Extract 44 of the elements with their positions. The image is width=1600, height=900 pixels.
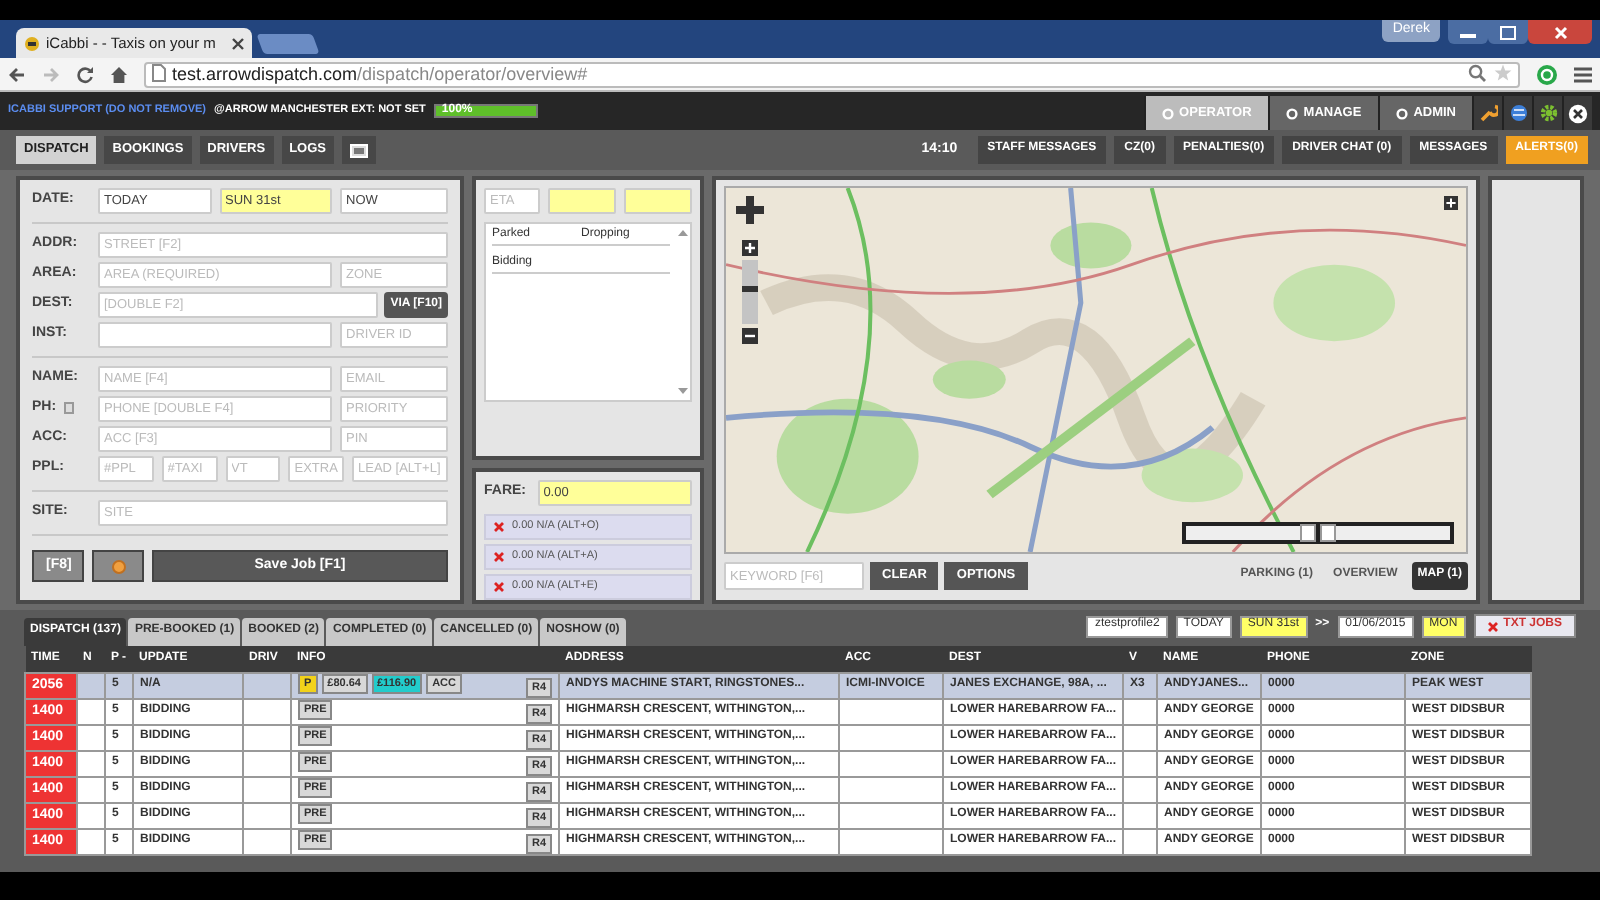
arrow-down-icon[interactable] [677, 388, 687, 394]
close-button[interactable] [1528, 20, 1592, 44]
page-icon [152, 63, 166, 81]
screen-button[interactable] [342, 136, 376, 164]
ring-icon [1161, 107, 1174, 119]
reload-icon[interactable] [76, 65, 94, 83]
close-icon[interactable] [1568, 103, 1588, 123]
back-arrow-icon[interactable] [8, 65, 26, 83]
ring-icon [1395, 107, 1408, 119]
address-field[interactable]: test.arrowdispatch.com/dispatch/operator/overview# [144, 61, 1520, 87]
dot-icon [111, 559, 125, 573]
input-field[interactable] [548, 188, 616, 214]
slider-thumb[interactable] [1320, 524, 1336, 542]
close-icon [1553, 25, 1567, 39]
circle-icon[interactable] [1536, 63, 1558, 85]
wrench-icon[interactable] [1479, 104, 1497, 122]
home-icon[interactable] [110, 65, 128, 83]
zoom-in-button[interactable] [742, 240, 758, 256]
new-tab-button[interactable] [256, 34, 320, 54]
slider-thumb[interactable] [1300, 524, 1316, 542]
status-button[interactable] [92, 550, 144, 582]
search-icon[interactable] [1468, 63, 1486, 81]
minimize-button[interactable] [1448, 20, 1488, 44]
star-icon[interactable] [1494, 63, 1512, 81]
globe-icon[interactable] [1509, 104, 1527, 122]
logo-icon [24, 35, 40, 51]
zoom-out-button[interactable] [742, 328, 758, 344]
close-icon[interactable] [232, 37, 244, 49]
menu-icon[interactable] [1574, 65, 1592, 83]
input-field[interactable] [98, 322, 332, 348]
ring-icon [1285, 107, 1298, 119]
pan-control[interactable] [736, 196, 764, 224]
url-path: /dispatch/operator/overview# [357, 63, 588, 85]
close-icon [1487, 621, 1498, 631]
maximize-button[interactable] [1488, 20, 1528, 44]
gear-icon[interactable] [1539, 104, 1557, 122]
maximize-icon [1500, 25, 1516, 39]
input-field[interactable] [624, 188, 692, 214]
url-host: test.arrowdispatch.com [172, 63, 358, 85]
expand-button[interactable] [1444, 196, 1458, 210]
monitor-icon [350, 143, 368, 157]
arrow-up-icon[interactable] [677, 230, 687, 236]
zoom-thumb[interactable] [742, 286, 758, 293]
zoom-slider[interactable] [742, 260, 758, 324]
